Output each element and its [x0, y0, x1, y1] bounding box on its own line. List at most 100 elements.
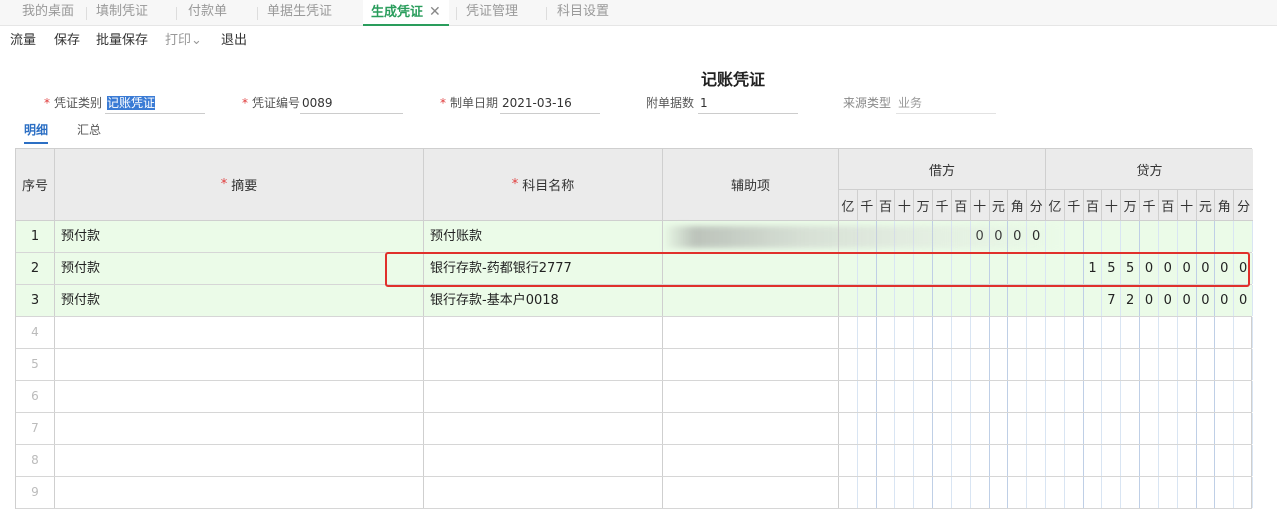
credit-digit-cell[interactable]: [1159, 349, 1178, 380]
debit-digit-cell[interactable]: [895, 285, 915, 316]
debit-digit-cell[interactable]: [990, 349, 1009, 380]
credit-digit-cell[interactable]: [1140, 349, 1159, 380]
debit-digit-cell[interactable]: [858, 477, 877, 508]
account-cell[interactable]: 预付账款: [424, 221, 663, 252]
tab-bill-to-voucher[interactable]: 单据生凭证: [267, 0, 332, 26]
tab-generate-voucher[interactable]: 生成凭证 ✕: [363, 0, 449, 26]
debit-digit-cell[interactable]: [914, 413, 934, 444]
table-row[interactable]: 2 预付款 银行存款-药都银行2777 1 5 5 0 0 0 0 0 0: [16, 253, 1253, 285]
credit-digit-cell[interactable]: [1084, 477, 1103, 508]
table-row[interactable]: 7: [16, 413, 1253, 445]
debit-digit-cell[interactable]: [914, 285, 934, 316]
summary-cell[interactable]: [55, 349, 424, 380]
credit-digit-cell[interactable]: [1234, 477, 1253, 508]
credit-digit-cell[interactable]: [1140, 445, 1159, 476]
tab-fill-voucher[interactable]: 填制凭证: [96, 0, 148, 26]
credit-digit-cell[interactable]: [1234, 317, 1253, 348]
credit-digit-cell[interactable]: [1065, 381, 1084, 412]
debit-digit-cell[interactable]: [990, 285, 1009, 316]
debit-digit-cell[interactable]: [1027, 413, 1046, 444]
credit-digit-cell[interactable]: 0: [1234, 285, 1253, 316]
exit-button[interactable]: 退出: [221, 29, 247, 48]
credit-digit-cell[interactable]: [1102, 349, 1122, 380]
credit-digit-cell[interactable]: [1234, 349, 1253, 380]
debit-digit-cell[interactable]: [858, 445, 877, 476]
credit-digit-cell[interactable]: 5: [1102, 253, 1122, 284]
credit-digit-cell[interactable]: [1046, 445, 1065, 476]
print-button[interactable]: 打印⌄: [165, 29, 202, 48]
summary-cell[interactable]: [55, 445, 424, 476]
account-cell[interactable]: [424, 349, 663, 380]
table-row[interactable]: 6: [16, 381, 1253, 413]
debit-digit-cell[interactable]: [971, 381, 990, 412]
debit-digit-cell[interactable]: [839, 413, 858, 444]
credit-digit-cell[interactable]: [1197, 381, 1216, 412]
credit-digit-cell[interactable]: [1234, 445, 1253, 476]
credit-digit-cell[interactable]: [1065, 349, 1084, 380]
credit-digit-cell[interactable]: 0: [1197, 285, 1216, 316]
credit-digit-cell[interactable]: [1159, 381, 1178, 412]
debit-digit-cell[interactable]: [895, 477, 915, 508]
table-row[interactable]: 5: [16, 349, 1253, 381]
credit-digit-cell[interactable]: [1084, 381, 1103, 412]
debit-digit-cell[interactable]: [858, 381, 877, 412]
debit-digit-cell[interactable]: [971, 253, 990, 284]
debit-digit-cell[interactable]: [839, 445, 858, 476]
credit-digit-cell[interactable]: [1197, 349, 1216, 380]
credit-digit-cell[interactable]: [1197, 445, 1216, 476]
credit-digit-cell[interactable]: [1121, 349, 1141, 380]
credit-digit-cell[interactable]: 0: [1178, 253, 1197, 284]
debit-digit-cell[interactable]: [839, 349, 858, 380]
debit-digit-cell[interactable]: [1027, 285, 1046, 316]
debit-digit-cell[interactable]: [990, 317, 1009, 348]
debit-digit-cell[interactable]: [895, 413, 915, 444]
credit-digit-cell[interactable]: [1065, 477, 1084, 508]
debit-digit-cell[interactable]: [933, 253, 952, 284]
aux-cell[interactable]: [663, 445, 839, 476]
account-cell[interactable]: 银行存款-药都银行2777: [424, 253, 663, 284]
debit-digit-cell[interactable]: [952, 253, 971, 284]
debit-digit-cell[interactable]: [1027, 381, 1046, 412]
credit-digit-cell[interactable]: [1178, 477, 1197, 508]
credit-digit-cell[interactable]: [1084, 317, 1103, 348]
credit-digit-cell[interactable]: [1140, 477, 1159, 508]
debit-digit-cell[interactable]: [1027, 349, 1046, 380]
credit-digit-cell[interactable]: [1102, 381, 1122, 412]
debit-digit-cell[interactable]: [933, 317, 952, 348]
debit-digit-cell[interactable]: [971, 477, 990, 508]
debit-digit-cell[interactable]: [895, 317, 915, 348]
debit-digit-cell[interactable]: [858, 413, 877, 444]
account-cell[interactable]: [424, 413, 663, 444]
debit-digit-cell[interactable]: [952, 445, 971, 476]
debit-digit-cell[interactable]: [877, 477, 896, 508]
debit-digit-cell[interactable]: [858, 317, 877, 348]
debit-digit-cell[interactable]: [952, 285, 971, 316]
debit-digit-cell[interactable]: [839, 285, 858, 316]
credit-digit-cell[interactable]: [1140, 221, 1159, 252]
debit-digit-cell[interactable]: [914, 381, 934, 412]
credit-digit-cell[interactable]: [1197, 221, 1216, 252]
debit-digit-cell[interactable]: [914, 317, 934, 348]
date-input[interactable]: 2021-03-16: [500, 94, 600, 114]
credit-digit-cell[interactable]: 0: [1140, 285, 1159, 316]
credit-digit-cell[interactable]: [1102, 413, 1122, 444]
debit-digit-cell[interactable]: [895, 349, 915, 380]
account-cell[interactable]: [424, 317, 663, 348]
aux-cell[interactable]: [663, 317, 839, 348]
credit-digit-cell[interactable]: [1065, 285, 1084, 316]
debit-digit-cell[interactable]: [952, 477, 971, 508]
credit-digit-cell[interactable]: [1121, 445, 1141, 476]
credit-digit-cell[interactable]: [1065, 317, 1084, 348]
credit-digit-cell[interactable]: 0: [1159, 285, 1178, 316]
debit-digit-cell[interactable]: [971, 285, 990, 316]
debit-digit-cell[interactable]: [877, 349, 896, 380]
credit-digit-cell[interactable]: [1102, 477, 1122, 508]
debit-digit-cell[interactable]: [971, 413, 990, 444]
summary-cell[interactable]: 预付款: [55, 221, 424, 252]
credit-digit-cell[interactable]: [1084, 413, 1103, 444]
debit-digit-cell[interactable]: [933, 349, 952, 380]
debit-digit-cell[interactable]: [952, 349, 971, 380]
debit-digit-cell[interactable]: [877, 253, 896, 284]
credit-digit-cell[interactable]: 0: [1215, 285, 1235, 316]
debit-digit-cell[interactable]: [1027, 445, 1046, 476]
